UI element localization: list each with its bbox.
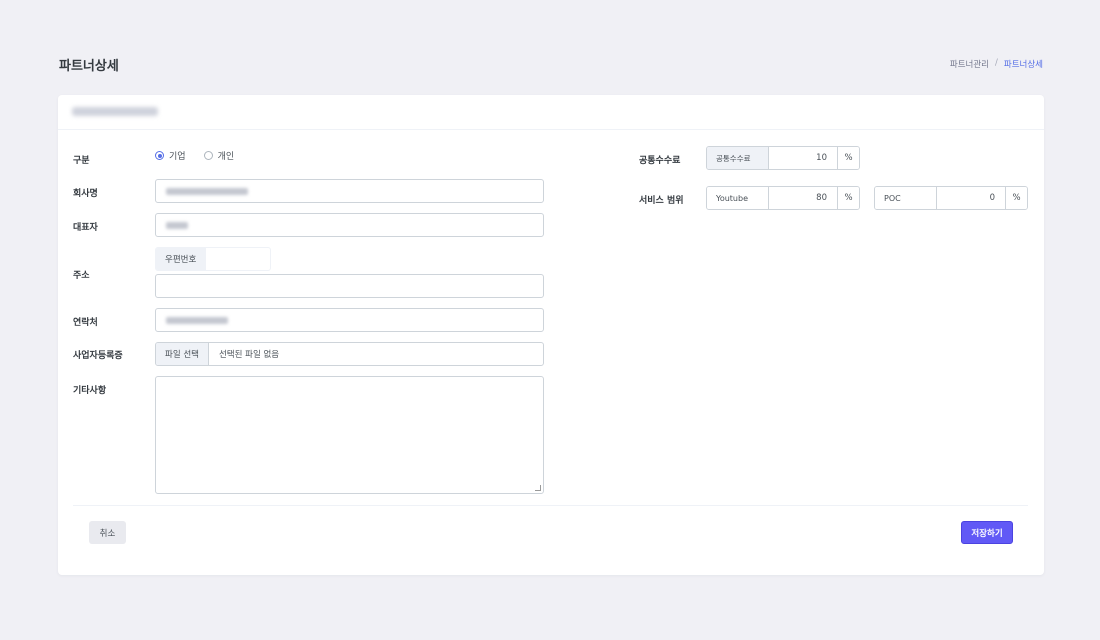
card-header: [58, 95, 1044, 130]
service-poc-name: POC: [875, 187, 937, 209]
service-scope-label: 서비스 범위: [639, 196, 684, 206]
breadcrumb-separator: /: [995, 58, 998, 68]
ceo-input[interactable]: [155, 213, 544, 237]
company-label: 회사명: [73, 189, 98, 199]
radio-company-dot[interactable]: [155, 151, 164, 160]
notes-label: 기타사항: [73, 386, 107, 396]
company-input[interactable]: [155, 179, 544, 203]
radio-company[interactable]: 기업: [155, 149, 186, 162]
common-fee-addon: 공통수수료: [707, 147, 769, 169]
blurred-contact: [166, 317, 228, 324]
service-poc-input[interactable]: 0: [937, 187, 1005, 209]
blurred-ceo-name: [166, 222, 188, 229]
save-button[interactable]: 저장하기: [961, 521, 1013, 544]
radio-individual-label: 개인: [217, 152, 235, 162]
common-fee-unit: %: [837, 147, 859, 169]
address-label: 주소: [73, 271, 90, 281]
breadcrumb: 파트너관리 / 파트너상세: [950, 58, 1043, 70]
common-fee-input[interactable]: 10: [769, 147, 837, 169]
service-poc-group: POC 0 %: [874, 186, 1028, 210]
page-title: 파트너상세: [59, 59, 119, 74]
service-youtube-unit: %: [837, 187, 859, 209]
business-reg-label: 사업자등록증: [73, 351, 123, 361]
common-fee-label: 공통수수료: [639, 156, 681, 166]
cancel-button[interactable]: 취소: [89, 521, 126, 544]
zipcode-group: 우편번호: [155, 247, 271, 271]
blurred-card-title: [72, 107, 158, 116]
form-divider: [73, 505, 1028, 506]
blurred-company-name: [166, 188, 248, 195]
zipcode-label: 우편번호: [156, 248, 207, 270]
resize-handle-icon[interactable]: [535, 485, 541, 491]
type-radio-group: 기업 개인: [155, 149, 234, 162]
radio-individual[interactable]: 개인: [203, 149, 235, 162]
ceo-label: 대표자: [73, 223, 98, 233]
file-status: 선택된 파일 없음: [218, 350, 280, 360]
zipcode-input[interactable]: [206, 248, 270, 270]
breadcrumb-parent[interactable]: 파트너관리: [950, 58, 989, 70]
file-select-button[interactable]: 파일 선택: [156, 343, 209, 365]
radio-individual-dot[interactable]: [203, 151, 213, 160]
service-youtube-name: Youtube: [707, 187, 769, 209]
partner-detail-card: [58, 95, 1044, 575]
breadcrumb-current: 파트너상세: [1003, 60, 1043, 70]
service-youtube-group: Youtube 80 %: [706, 186, 860, 210]
type-label: 구분: [73, 156, 90, 166]
service-youtube-input[interactable]: 80: [769, 187, 837, 209]
contact-label: 연락처: [73, 318, 98, 328]
service-poc-unit: %: [1005, 187, 1027, 209]
contact-input[interactable]: [155, 308, 544, 332]
common-fee-group: 공통수수료 10 %: [706, 146, 860, 170]
business-reg-file-group: 파일 선택 선택된 파일 없음: [155, 342, 544, 366]
notes-textarea[interactable]: [155, 376, 544, 494]
radio-company-label: 기업: [169, 152, 186, 162]
address-detail-input[interactable]: [155, 274, 544, 298]
